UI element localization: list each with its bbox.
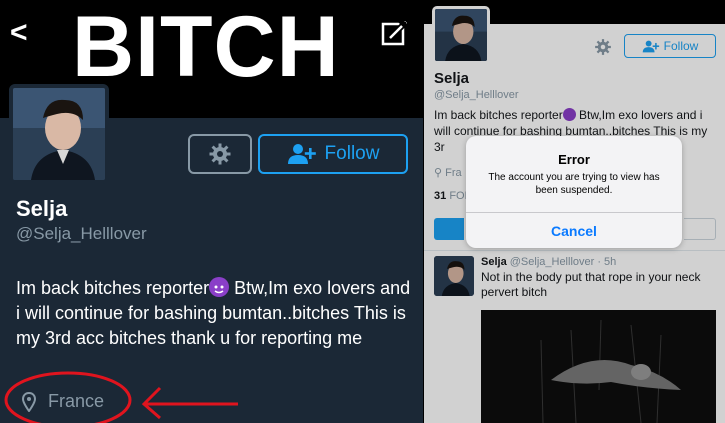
dialog-message: The account you are trying to view has b… (488, 172, 660, 196)
add-user-icon (287, 144, 316, 164)
follow-label: Follow (324, 143, 380, 164)
error-dialog: Error The account you are trying to view… (466, 136, 682, 248)
banner-text: BITCH (72, 0, 340, 95)
back-icon[interactable]: < (10, 18, 28, 48)
profile-screenshot-light: Follow Selja @Selja_Helllover Im back bi… (424, 0, 725, 423)
gear-icon (209, 143, 231, 165)
follow-button[interactable]: Follow (258, 134, 408, 174)
bio-text-start: Im back bitches reporter (16, 278, 210, 298)
profile-handle: @Selja_Helllover (16, 224, 147, 243)
profile-name: Selja (16, 196, 68, 221)
compose-icon[interactable] (380, 18, 410, 48)
settings-button[interactable] (188, 134, 252, 174)
profile-location: France (22, 391, 104, 412)
location-pin-icon (22, 391, 36, 412)
devil-emoji-icon (209, 277, 230, 297)
location-text: France (48, 391, 105, 411)
cancel-button[interactable]: Cancel (466, 213, 682, 248)
dialog-title: Error (558, 152, 590, 167)
profile-bio: Im back bitches reporter Btw,Im exo love… (16, 276, 416, 351)
avatar[interactable] (9, 84, 109, 184)
profile-screenshot-dark: < BITCH Follow Selja @Selja_Helllover Im… (0, 0, 423, 423)
